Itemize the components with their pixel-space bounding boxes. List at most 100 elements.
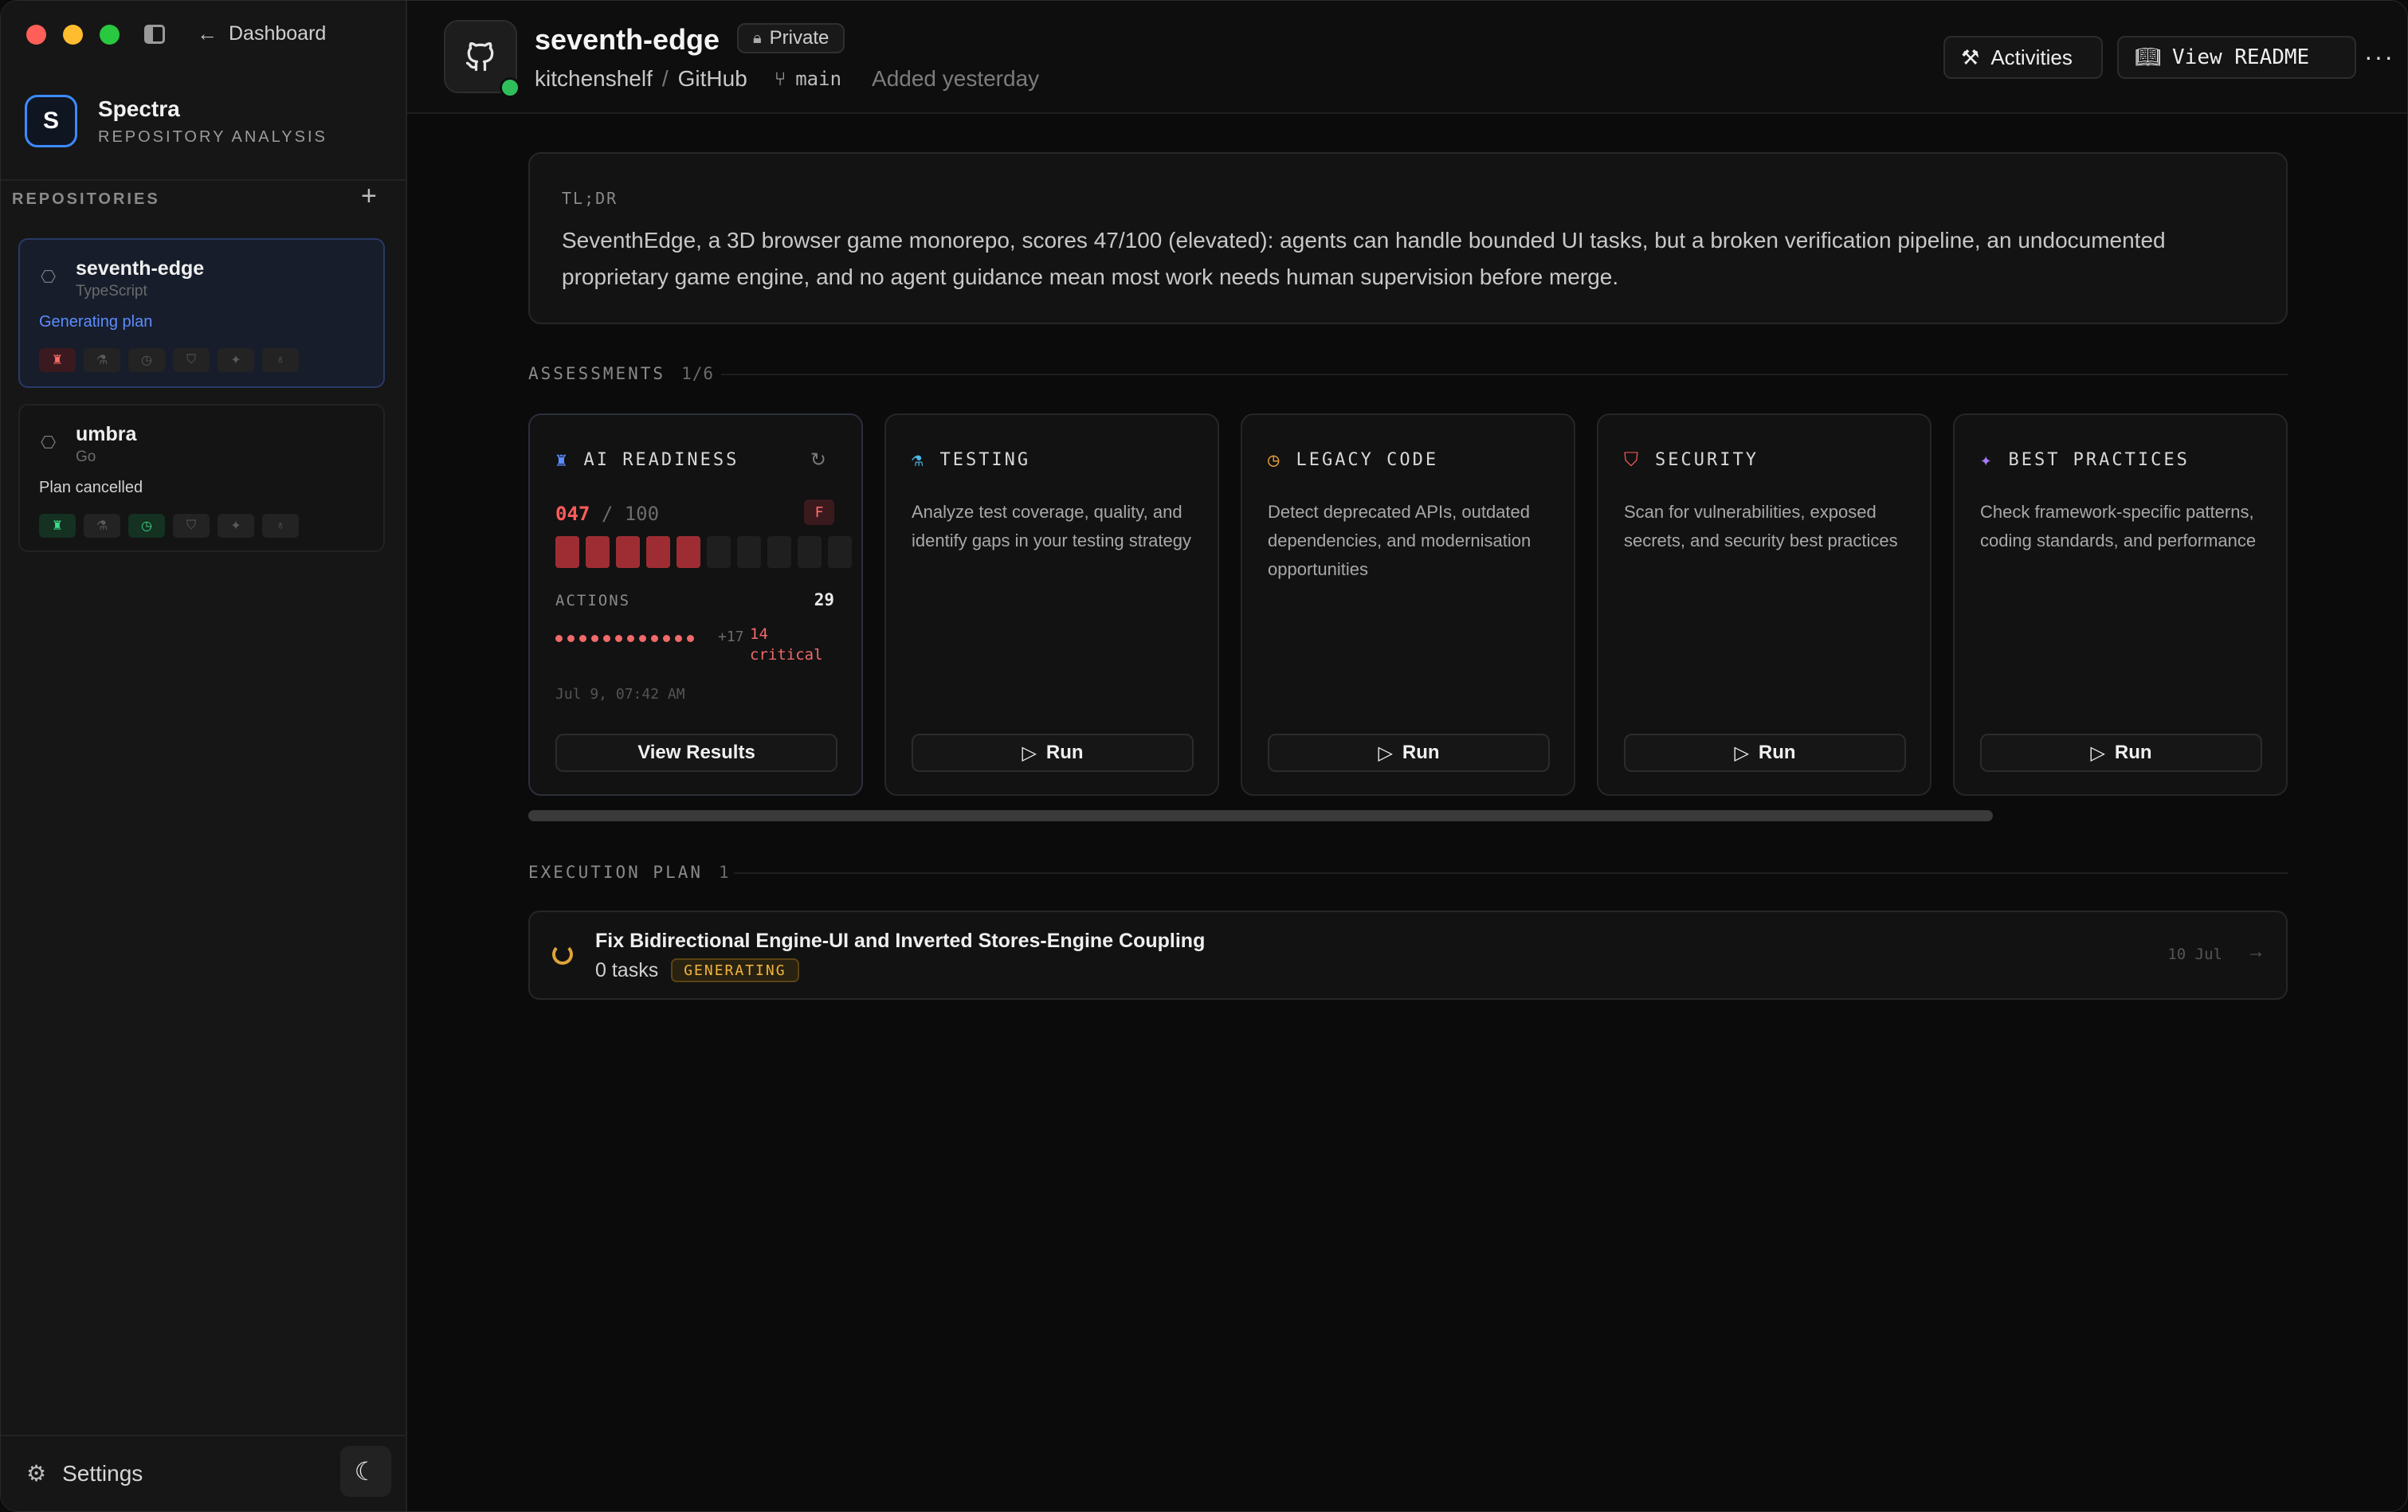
card-header: ⛉ SECURITY [1624, 449, 1759, 471]
shield-icon: ⛉ [1624, 449, 1641, 471]
score-segment [767, 536, 791, 568]
assessment-card-best-practices[interactable]: ✦ BEST PRACTICES Check framework-specifi… [1953, 413, 2288, 796]
card-header: ⚗ TESTING [912, 449, 1030, 471]
assessment-card-testing[interactable]: ⚗ TESTING Analyze test coverage, quality… [884, 413, 1219, 796]
add-repository-button[interactable]: + [361, 181, 377, 212]
page-title: seventh-edge [535, 23, 720, 56]
run-label: Run [1402, 742, 1440, 763]
ai-readiness-badge-icon: ♜ [39, 514, 76, 538]
insights-badge-icon: ♁ [262, 348, 299, 372]
more-actions-count: +17 [718, 629, 744, 645]
horizontal-scrollbar[interactable] [528, 810, 1993, 821]
play-icon: ▷ [1734, 742, 1749, 764]
branch-name: main [795, 68, 842, 90]
action-dot [687, 635, 694, 642]
card-description: Analyze test coverage, quality, and iden… [912, 502, 1191, 550]
repo-card-umbra[interactable]: ⎔ umbra Go Plan cancelled ♜ ⚗ ◷ ⛉ ✦ ♁ [18, 404, 385, 552]
score-value: 047 [555, 503, 590, 525]
score-segment [707, 536, 731, 568]
loading-spinner-icon [552, 944, 573, 965]
view-results-label: View Results [637, 742, 755, 763]
wand-icon: ⚒ [1961, 45, 1980, 69]
sidebar: ← Dashboard S Spectra REPOSITORY ANALYSI… [1, 1, 407, 1511]
visibility-badge: 🔒︎ Private [737, 23, 845, 53]
execution-plan-item[interactable]: Fix Bidirectional Engine-UI and Inverted… [528, 911, 2288, 1000]
run-security-button[interactable]: ▷ Run [1624, 734, 1906, 772]
assessments-heading: ASSESSMENTS 1/6 [528, 364, 714, 383]
action-dot [651, 635, 658, 642]
best-practices-badge-icon: ✦ [218, 514, 254, 538]
history-icon: ◷ [1268, 449, 1282, 471]
execution-plan-title: EXECUTION PLAN [528, 863, 704, 882]
refresh-icon[interactable]: ↻ [810, 449, 826, 472]
grade-badge: F [804, 499, 834, 525]
execution-plan-heading: EXECUTION PLAN 1 [528, 863, 730, 882]
assessment-timestamp: Jul 9, 07:42 AM [555, 686, 685, 703]
assessment-card-ai-readiness[interactable]: ♜ AI READINESS ↻ 047 / 100 F ACTIONS 29 … [528, 413, 863, 796]
sidebar-toggle-icon[interactable] [144, 25, 165, 44]
window-controls [26, 25, 120, 45]
back-to-dashboard-link[interactable]: ← Dashboard [197, 22, 326, 46]
run-best-practices-button[interactable]: ▷ Run [1980, 734, 2262, 772]
gear-icon: ⚙ [26, 1461, 47, 1486]
status-badge: GENERATING [671, 958, 799, 982]
actions-count: 29 [814, 590, 834, 609]
assessments-title: ASSESSMENTS [528, 364, 666, 383]
repo-language: TypeScript [76, 283, 147, 300]
brand-subtitle: REPOSITORY ANALYSIS [98, 127, 327, 146]
activities-button[interactable]: ⚒ Activities [1943, 36, 2103, 79]
owner-link[interactable]: kitchenshelf [535, 66, 653, 92]
card-description: Scan for vulnerabilities, exposed secret… [1624, 502, 1898, 550]
settings-button[interactable]: ⚙ Settings [26, 1460, 143, 1487]
github-icon: ⎔ [41, 433, 57, 452]
card-description: Check framework-specific patterns, codin… [1980, 502, 2257, 550]
card-title: LEGACY CODE [1296, 449, 1439, 470]
tldr-label: TL;DR [562, 189, 618, 208]
brand-logo: S [25, 95, 77, 147]
assessment-card-security[interactable]: ⛉ SECURITY Scan for vulnerabilities, exp… [1597, 413, 1931, 796]
run-label: Run [2114, 742, 2152, 763]
action-dot [675, 635, 682, 642]
activities-label: Activities [1990, 45, 2073, 69]
score-meter [555, 536, 852, 568]
security-badge-icon: ⛉ [173, 514, 210, 538]
visibility-label: Private [769, 27, 829, 49]
view-readme-button[interactable]: 📖︎ View README [2117, 36, 2356, 79]
status-dot [500, 77, 520, 98]
brand-name: Spectra [98, 96, 180, 121]
arrow-left-icon: ← [197, 22, 218, 45]
minimize-window-button[interactable] [63, 25, 83, 45]
security-badge-icon: ⛉ [173, 348, 210, 372]
assessment-badges: ♜ ⚗ ◷ ⛉ ✦ ♁ [39, 514, 299, 538]
action-dot [615, 635, 622, 642]
assessments-count: 1/6 [681, 364, 715, 383]
action-dot [663, 635, 670, 642]
assessment-card-legacy-code[interactable]: ◷ LEGACY CODE Detect deprecated APIs, ou… [1241, 413, 1575, 796]
more-options-button[interactable]: ··· [2343, 36, 2407, 77]
legacy-badge-icon: ◷ [128, 348, 165, 372]
breadcrumb-separator: / [661, 66, 669, 91]
plan-task-count: 0 tasks [595, 958, 659, 981]
repo-name: seventh-edge [76, 257, 205, 280]
card-header: ◷ LEGACY CODE [1268, 449, 1438, 471]
run-testing-button[interactable]: ▷ Run [912, 734, 1194, 772]
card-title: BEST PRACTICES [2008, 449, 2190, 470]
testing-badge-icon: ⚗ [84, 348, 120, 372]
repo-language: Go [76, 449, 96, 465]
repositories-heading: REPOSITORIES [12, 190, 160, 208]
play-icon: ▷ [1378, 742, 1393, 764]
score-segment [798, 536, 822, 568]
repo-card-seventh-edge[interactable]: ⎔ seventh-edge TypeScript Generating pla… [18, 238, 385, 388]
maximize-window-button[interactable] [100, 25, 120, 45]
run-legacy-code-button[interactable]: ▷ Run [1268, 734, 1550, 772]
divider [721, 374, 2288, 375]
repo-status: Plan cancelled [39, 479, 143, 496]
tldr-summary: TL;DR SeventhEdge, a 3D browser game mon… [528, 152, 2288, 324]
app-window: ← Dashboard S Spectra REPOSITORY ANALYSI… [0, 0, 2408, 1512]
close-window-button[interactable] [26, 25, 46, 45]
execution-plan-count: 1 [719, 863, 730, 882]
score-readout: 047 / 100 [555, 503, 659, 525]
score-segment [828, 536, 852, 568]
theme-toggle-button[interactable]: ☾ [340, 1446, 391, 1497]
view-results-button[interactable]: View Results [555, 734, 837, 772]
